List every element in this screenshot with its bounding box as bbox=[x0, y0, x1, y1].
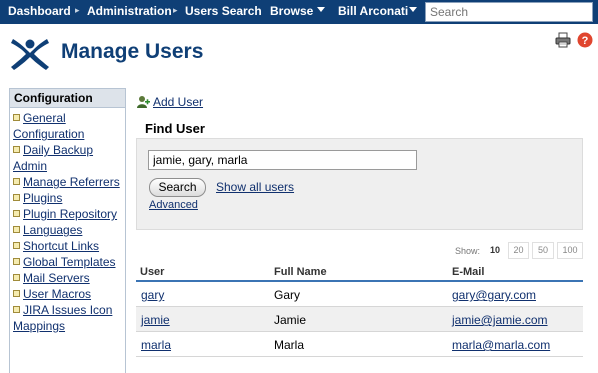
find-user-heading: Find User bbox=[145, 121, 205, 136]
printer-icon[interactable] bbox=[555, 32, 571, 48]
page-size-50[interactable]: 50 bbox=[532, 242, 554, 259]
sidebar-link[interactable]: Shortcut Links bbox=[23, 239, 99, 253]
nav-administration[interactable]: Administration bbox=[87, 4, 172, 18]
chevron-down-icon[interactable] bbox=[409, 7, 417, 12]
add-user-link[interactable]: Add User bbox=[153, 95, 203, 109]
find-user-input[interactable] bbox=[148, 150, 417, 170]
sidebar-menu: General Configuration Daily Backup Admin… bbox=[10, 108, 125, 334]
bullet-icon bbox=[13, 178, 20, 185]
sidebar-item-plugin-repository: Plugin Repository bbox=[13, 206, 125, 222]
breadcrumb-separator-icon: ▸ bbox=[173, 5, 178, 15]
table-row: jamie Jamie jamie@jamie.com bbox=[136, 307, 583, 332]
sidebar-item-user-macros: User Macros bbox=[13, 286, 125, 302]
email-link[interactable]: gary@gary.com bbox=[452, 288, 536, 302]
confluence-logo-icon bbox=[11, 39, 49, 70]
bullet-icon bbox=[13, 306, 20, 313]
bullet-icon bbox=[13, 258, 20, 265]
sidebar-link[interactable]: Daily Backup Admin bbox=[13, 143, 93, 173]
sidebar-link[interactable]: Plugins bbox=[23, 191, 62, 205]
sidebar-item-languages: Languages bbox=[13, 222, 125, 238]
advanced-search-link[interactable]: Advanced bbox=[149, 199, 198, 211]
page-size-100[interactable]: 100 bbox=[557, 242, 583, 259]
full-name-cell: Gary bbox=[274, 288, 301, 302]
configuration-sidebar: Configuration General Configuration Dail… bbox=[9, 88, 126, 373]
bullet-icon bbox=[13, 226, 20, 233]
bullet-icon bbox=[13, 194, 20, 201]
sidebar-link[interactable]: General Configuration bbox=[13, 111, 84, 141]
email-link[interactable]: jamie@jamie.com bbox=[452, 313, 548, 327]
bullet-icon bbox=[13, 274, 20, 281]
sidebar-item-jira-issues-icon-mappings: JIRA Issues Icon Mappings bbox=[13, 302, 125, 334]
sidebar-item-shortcut-links: Shortcut Links bbox=[13, 238, 125, 254]
email-link[interactable]: marla@marla.com bbox=[452, 338, 550, 352]
column-header-user[interactable]: User bbox=[140, 266, 164, 278]
column-header-full-name[interactable]: Full Name bbox=[274, 266, 327, 278]
sidebar-link[interactable]: Plugin Repository bbox=[23, 207, 117, 221]
sidebar-link[interactable]: Languages bbox=[23, 223, 82, 237]
full-name-cell: Jamie bbox=[274, 313, 307, 327]
bullet-icon bbox=[13, 290, 20, 297]
nav-user-menu[interactable]: Bill Arconati bbox=[338, 4, 408, 18]
column-header-email[interactable]: E-Mail bbox=[452, 266, 484, 278]
sidebar-link[interactable]: Global Templates bbox=[23, 255, 116, 269]
sidebar-title: Configuration bbox=[10, 89, 125, 108]
show-all-users-link[interactable]: Show all users bbox=[216, 180, 294, 194]
add-user-action: Add User bbox=[136, 95, 203, 109]
bullet-icon bbox=[13, 242, 20, 249]
chevron-down-icon[interactable] bbox=[317, 7, 325, 12]
nav-browse-menu[interactable]: Browse bbox=[270, 4, 313, 18]
sidebar-item-manage-referrers: Manage Referrers bbox=[13, 174, 125, 190]
sidebar-item-mail-servers: Mail Servers bbox=[13, 270, 125, 286]
quick-search-input[interactable] bbox=[425, 2, 593, 22]
search-button[interactable]: Search bbox=[149, 178, 206, 197]
sidebar-link[interactable]: Manage Referrers bbox=[23, 175, 120, 189]
page-size-label: Show: bbox=[455, 246, 481, 256]
sidebar-item-general-configuration: General Configuration bbox=[13, 110, 125, 142]
page-title: Manage Users bbox=[61, 40, 204, 63]
bullet-icon bbox=[13, 114, 20, 121]
sidebar-item-global-templates: Global Templates bbox=[13, 254, 125, 270]
user-link[interactable]: jamie bbox=[141, 313, 170, 327]
page-size-10[interactable]: 10 bbox=[485, 242, 505, 259]
sidebar-item-plugins: Plugins bbox=[13, 190, 125, 206]
nav-dashboard[interactable]: Dashboard bbox=[8, 4, 71, 18]
table-row: gary Gary gary@gary.com bbox=[136, 282, 583, 307]
page-size-20[interactable]: 20 bbox=[508, 242, 529, 259]
nav-users-search[interactable]: Users Search bbox=[185, 4, 262, 18]
bullet-icon bbox=[13, 210, 20, 217]
help-icon[interactable]: ? bbox=[577, 32, 593, 48]
user-link[interactable]: gary bbox=[141, 288, 164, 302]
user-link[interactable]: marla bbox=[141, 338, 171, 352]
table-row: marla Marla marla@marla.com bbox=[136, 332, 583, 357]
bullet-icon bbox=[13, 146, 20, 153]
add-user-icon[interactable] bbox=[136, 95, 150, 108]
sidebar-link[interactable]: Mail Servers bbox=[23, 271, 90, 285]
sidebar-link[interactable]: JIRA Issues Icon Mappings bbox=[13, 303, 112, 333]
sidebar-link[interactable]: User Macros bbox=[23, 287, 91, 301]
svg-text:?: ? bbox=[582, 35, 589, 47]
sidebar-item-daily-backup-admin: Daily Backup Admin bbox=[13, 142, 125, 174]
full-name-cell: Marla bbox=[274, 338, 305, 352]
top-nav-bar: Dashboard ▸ Administration ▸ Users Searc… bbox=[0, 0, 598, 24]
breadcrumb-separator-icon: ▸ bbox=[75, 5, 80, 15]
